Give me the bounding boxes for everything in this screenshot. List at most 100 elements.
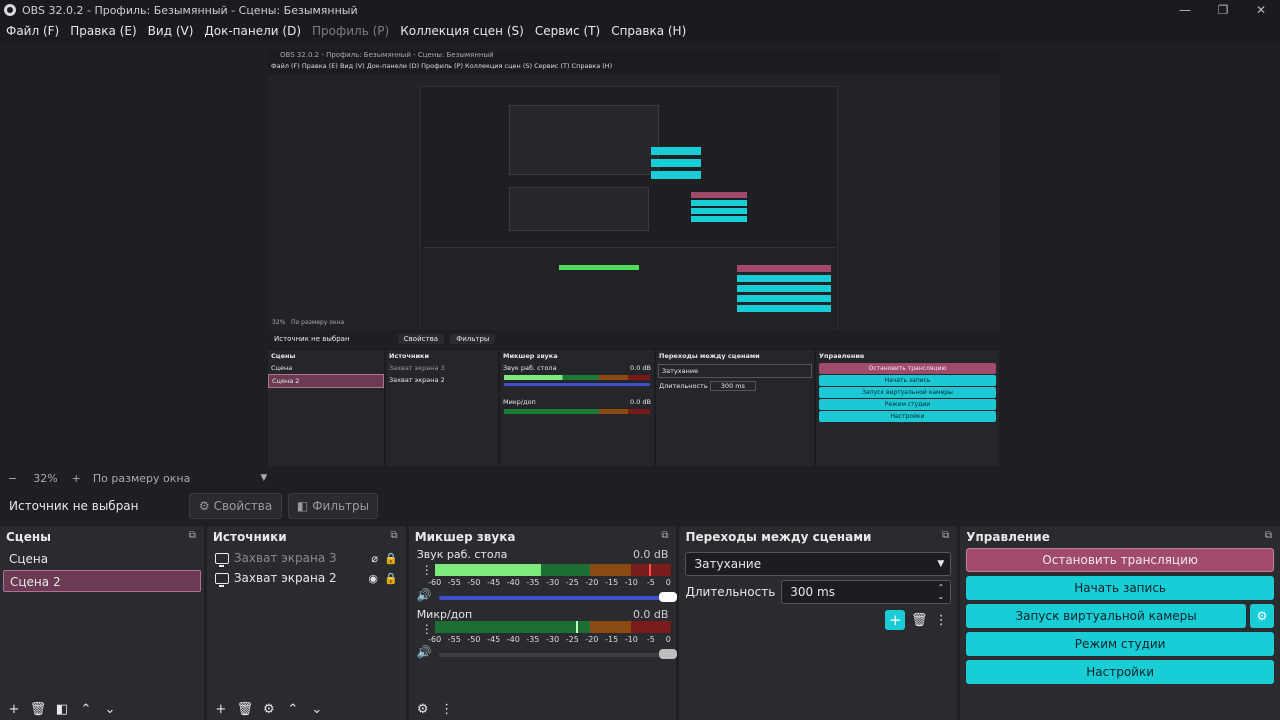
float-dock-icon[interactable]: ⧉ — [391, 530, 398, 541]
minimize-button[interactable]: — — [1166, 0, 1204, 20]
trash-icon[interactable]: 🗑 — [911, 612, 928, 628]
channel-name: Звук раб. стола — [416, 548, 508, 561]
eye-icon[interactable]: ◉ — [368, 572, 378, 585]
selected-source-label: Источник не выбран — [9, 499, 139, 513]
stop-stream-button[interactable]: Остановить трансляцию — [966, 548, 1274, 572]
more-vertical-icon[interactable]: ⋮ — [439, 701, 455, 717]
chevron-down-icon[interactable]: ▼ — [260, 473, 267, 483]
slider-knob[interactable] — [658, 649, 677, 659]
filter-icon[interactable]: ◧ — [54, 701, 70, 717]
studio-mode-button[interactable]: Режим студии — [966, 632, 1274, 656]
move-down-icon[interactable]: ⌄ — [309, 701, 325, 717]
meter-ticks: -60 -55 -50 -45 -40 -35 -30 -25 -20 -15 -10 -5 0 — [428, 578, 671, 587]
more-vertical-icon[interactable]: ⋮ — [933, 612, 949, 628]
zoom-bar: − 32% + По размеру окна ▼ — [0, 470, 1280, 486]
add-icon[interactable]: + — [6, 701, 22, 717]
scenes-header: Сцены ⧉ — [6, 530, 196, 544]
menu-help[interactable]: Справка (H) — [611, 24, 686, 38]
volume-meter — [434, 621, 671, 633]
virtual-cam-button[interactable]: Запуск виртуальной камеры — [966, 604, 1246, 628]
zoom-fit-select[interactable]: По размеру окна — [93, 472, 190, 485]
properties-button[interactable]: ⚙ Свойства — [189, 493, 282, 519]
nested-canvas — [420, 86, 838, 338]
nested-preview — [268, 74, 999, 346]
add-transition-button[interactable]: + — [885, 610, 906, 630]
zoom-out-button[interactable]: − — [8, 472, 17, 485]
start-record-button[interactable]: Начать запись — [966, 576, 1274, 600]
virtual-cam-row: Запуск виртуальной камеры ⚙ — [966, 604, 1274, 628]
volume-meter — [434, 564, 671, 576]
source-toolbar: Источник не выбран ⚙ Свойства ◧ Фильтры — [0, 488, 1280, 524]
nested-menu: Файл (F) Правка (E) Вид (V) Док-панели (… — [271, 62, 613, 70]
slider-knob[interactable] — [658, 592, 677, 602]
menu-file[interactable]: Файл (F) — [6, 24, 59, 38]
menu-profile[interactable]: Профиль (P) — [312, 24, 389, 38]
menu-view[interactable]: Вид (V) — [148, 24, 194, 38]
channel-db: 0.0 dB — [632, 608, 669, 621]
volume-slider[interactable] — [438, 649, 677, 659]
trash-icon[interactable]: 🗑 — [237, 701, 254, 717]
monitor-icon — [214, 552, 229, 567]
duration-label: Длительность — [685, 585, 776, 599]
obs-logo-icon — [4, 4, 16, 16]
nested-docks: Сцены Сцена Сцена 2 Источники Захват экр… — [268, 350, 999, 466]
spin-arrows-icon[interactable]: ⌃ ⌄ — [938, 583, 945, 601]
menu-docks[interactable]: Док-панели (D) — [204, 24, 301, 38]
close-button[interactable]: ✕ — [1242, 0, 1280, 20]
move-up-icon[interactable]: ⌃ — [78, 701, 94, 717]
zoom-value: 32% — [33, 471, 58, 485]
sources-dock: Источники ⧉ Захват экрана 3 ⌀ 🔒 Захват эк… — [206, 526, 406, 720]
mixer-header: Микшер звука ⧉ — [414, 530, 669, 544]
gear-icon[interactable]: ⚙ — [1250, 604, 1274, 628]
scene-item[interactable]: Сцена — [3, 548, 201, 570]
menu-tools[interactable]: Сервис (T) — [535, 24, 600, 38]
sources-footer: + 🗑 ⚙ ⌃ ⌄ — [207, 698, 406, 720]
move-up-icon[interactable]: ⌃ — [285, 701, 301, 717]
eye-hidden-icon[interactable]: ⌀ — [371, 552, 378, 565]
float-dock-icon[interactable]: ⧉ — [661, 530, 668, 541]
window-title: OBS 32.0.2 - Профиль: Безымянный - Сцены… — [22, 3, 358, 17]
menu-edit[interactable]: Правка (E) — [70, 24, 136, 38]
meter-ticks: -60 -55 -50 -45 -40 -35 -30 -25 -20 -15 -10 -5 0 — [428, 635, 671, 644]
float-dock-icon[interactable]: ⧉ — [942, 530, 949, 541]
float-dock-icon[interactable]: ⧉ — [1265, 530, 1272, 541]
scenes-footer: + 🗑 ◧ ⌃ ⌄ — [0, 698, 204, 720]
preview-capture: OBS 32.0.2 - Профиль: Безымянный - Сцены… — [268, 50, 999, 466]
menu-scene-collection[interactable]: Коллекция сцен (S) — [400, 24, 524, 38]
chevron-down-icon: ▼ — [937, 559, 945, 569]
float-dock-icon[interactable]: ⧉ — [189, 530, 196, 541]
controls-dock: Управление ⧉ Остановить трансляцию Начат… — [960, 526, 1280, 720]
scene-item-selected[interactable]: Сцена 2 — [3, 570, 201, 592]
move-down-icon[interactable]: ⌄ — [102, 701, 118, 717]
transitions-header: Переходы между сценами ⧉ — [685, 530, 950, 544]
gear-icon[interactable]: ⚙ — [261, 701, 277, 717]
source-item[interactable]: Захват экрана 2 ◉ 🔒 — [207, 568, 406, 588]
transition-select[interactable]: Затухание ▼ — [685, 552, 952, 576]
mixer-channel: Микр/доп 0.0 dB ⋮ -60 -55 -50 -45 -40 -35 -30-… — [409, 608, 677, 688]
channel-name: Микр/доп — [416, 608, 473, 621]
more-vertical-icon[interactable]: ⋮ — [421, 623, 433, 635]
settings-button[interactable]: Настройки — [966, 660, 1274, 684]
zoom-in-button[interactable]: + — [72, 472, 81, 485]
window-controls: — ❐ ✕ — [1166, 0, 1280, 20]
add-icon[interactable]: + — [213, 701, 229, 717]
docks-panel: Сцены ⧉ Сцена Сцена 2 + 🗑 ◧ ⌃ ⌄ Источник… — [0, 526, 1280, 720]
title-bar: OBS 32.0.2 - Профиль: Безымянный - Сцены… — [0, 0, 1280, 20]
mixer-footer: ⚙ ⋮ — [409, 698, 677, 720]
duration-input[interactable]: 300 ms ⌃ ⌄ — [781, 580, 952, 604]
speaker-icon[interactable]: 🔊 — [417, 588, 432, 602]
speaker-icon[interactable]: 🔊 — [417, 645, 432, 659]
duration-row: Длительность 300 ms ⌃ ⌄ — [685, 580, 952, 604]
source-item[interactable]: Захват экрана 3 ⌀ 🔒 — [207, 548, 406, 568]
more-vertical-icon[interactable]: ⋮ — [421, 564, 433, 576]
maximize-button[interactable]: ❐ — [1204, 0, 1242, 20]
filters-button[interactable]: ◧ Фильтры — [288, 493, 378, 519]
lock-icon[interactable]: 🔒 — [384, 552, 398, 565]
gear-icon[interactable]: ⚙ — [415, 701, 431, 717]
controls-header: Управление ⧉ — [966, 530, 1272, 544]
channel-db: 0.0 dB — [632, 548, 669, 561]
lock-icon[interactable]: 🔒 — [384, 572, 398, 585]
volume-slider[interactable] — [438, 592, 677, 602]
trash-icon[interactable]: 🗑 — [30, 701, 47, 717]
sources-header: Источники ⧉ — [212, 530, 398, 544]
